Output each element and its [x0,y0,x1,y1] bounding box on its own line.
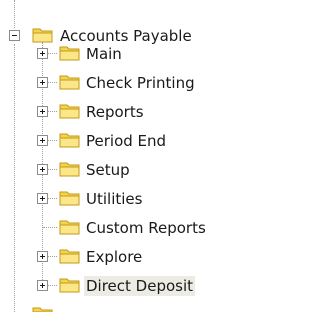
tree-node-label: Custom Reports [86,219,206,237]
tree-node-check-printing[interactable]: Check Printing [0,71,277,95]
folder-icon [59,104,80,119]
folder-icon [59,46,80,61]
expand-toggle-icon[interactable] [37,251,48,262]
expand-toggle-icon[interactable] [37,135,48,146]
tree-node-label: Period End [86,132,167,150]
tree-node-reports[interactable]: Reports [0,100,277,124]
expand-toggle-icon[interactable] [37,77,48,88]
folder-icon [59,191,80,206]
folder-icon [59,249,80,264]
expand-toggle-icon[interactable] [37,106,48,117]
folder-icon [59,162,80,177]
tree-node-label: Main [86,45,122,63]
tree-node-label: Utilities [86,190,143,208]
tree-node-direct-deposit[interactable]: Direct Deposit [0,274,277,298]
tree-node-period-end[interactable]: Period End [0,129,277,153]
tree-connector-line [43,227,57,228]
tree-node-label: Direct Deposit [84,276,196,296]
collapse-toggle-icon[interactable] [9,30,20,41]
tree-node-label: Reports [86,103,144,121]
tree-node-label: Explore [86,248,143,266]
folder-icon [59,75,80,90]
folder-icon [59,133,80,148]
folder-icon [59,220,80,235]
expand-toggle-icon[interactable] [37,48,48,59]
expand-toggle-icon[interactable] [37,164,48,175]
tree-node-main[interactable]: Main [0,42,277,66]
folder-icon [32,307,53,312]
expand-toggle-icon[interactable] [37,193,48,204]
folder-icon [59,278,80,293]
expand-toggle-icon[interactable] [37,280,48,291]
tree-node-explore[interactable]: Explore [0,245,277,269]
tree-node-utilities[interactable]: Utilities [0,187,277,211]
tree-node-custom-reports[interactable]: Custom Reports [0,216,277,240]
tree-node-label: Setup [86,161,130,179]
tree-node-label: Check Printing [86,74,195,92]
tree-node-setup[interactable]: Setup [0,158,277,182]
